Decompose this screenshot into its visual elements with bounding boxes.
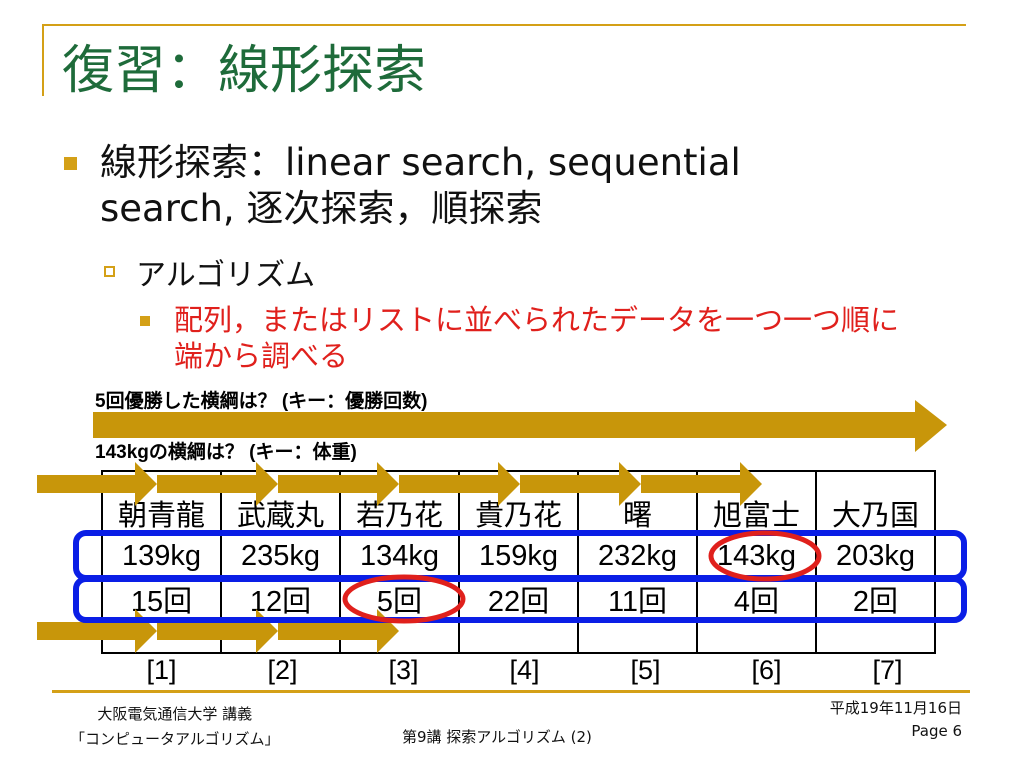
step-arrow	[278, 462, 399, 506]
footer-course: 大阪電気通信大学 講義	[97, 705, 253, 723]
footer-center: 第9講 探索アルゴリズム (2)	[402, 728, 592, 746]
overlay	[37, 400, 967, 653]
found-wins-circle	[342, 574, 466, 624]
step-arrow	[37, 462, 157, 506]
wins-key-frame	[73, 576, 967, 623]
long-arrow	[93, 400, 947, 452]
arrows	[37, 400, 947, 653]
footer-rule	[52, 690, 970, 693]
step-arrow	[157, 609, 278, 653]
step-arrow	[37, 609, 157, 653]
footer-left: 大阪電気通信大学 講義 「コンピュータアルゴリズム」	[70, 703, 280, 749]
footer-page: Page 6	[911, 722, 962, 740]
step-arrow	[641, 462, 762, 506]
step-arrow	[520, 462, 641, 506]
footer-course-title: 「コンピュータアルゴリズム」	[70, 730, 280, 748]
step-arrow	[157, 462, 278, 506]
found-weight-circle	[708, 530, 822, 582]
step-arrow	[278, 609, 399, 653]
footer-date: 平成19年11月16日	[829, 699, 962, 717]
step-arrow	[399, 462, 520, 506]
weight-key-frame	[73, 530, 967, 581]
